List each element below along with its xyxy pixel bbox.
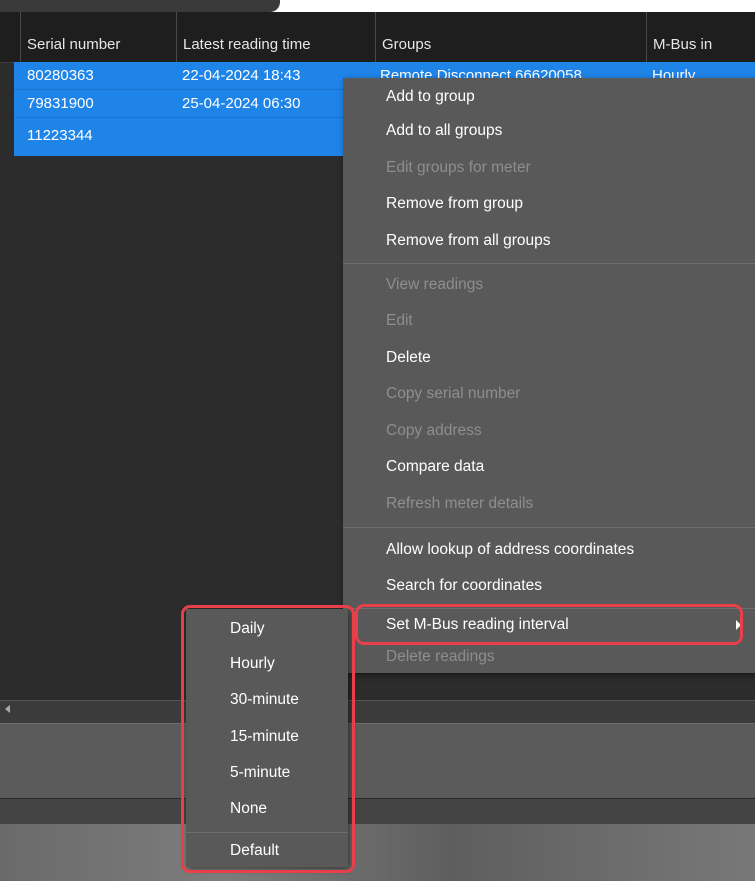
- column-header-groups[interactable]: Groups: [375, 12, 646, 62]
- column-header-mbus-interval[interactable]: M-Bus in: [646, 12, 755, 62]
- menu-item-remove-from-group[interactable]: Remove from group: [343, 186, 755, 222]
- submenu-item-hourly[interactable]: Hourly: [186, 646, 348, 682]
- desktop-background: [0, 824, 755, 881]
- status-bar: [0, 723, 755, 799]
- menu-separator: [186, 832, 348, 833]
- cell-latest-reading-time: 22-04-2024 18:43: [182, 67, 301, 84]
- taskbar-strip: [0, 798, 755, 825]
- submenu-item-5-minute[interactable]: 5-minute: [186, 755, 348, 791]
- window-tab: [0, 0, 280, 12]
- chevron-left-icon[interactable]: [5, 705, 10, 713]
- menu-item-edit-groups-for-meter[interactable]: Edit groups for meter: [343, 149, 755, 186]
- menu-item-delete-readings[interactable]: Delete readings: [343, 641, 755, 673]
- menu-item-copy-address[interactable]: Copy address: [343, 412, 755, 449]
- menu-item-set-mbus-reading-interval[interactable]: Set M-Bus reading interval: [343, 609, 755, 641]
- cell-serial-number: 11223344: [27, 127, 93, 144]
- submenu-item-15-minute[interactable]: 15-minute: [186, 718, 348, 755]
- cell-serial-number: 79831900: [27, 95, 94, 112]
- menu-item-compare-data[interactable]: Compare data: [343, 449, 755, 485]
- submenu-item-default[interactable]: Default: [186, 834, 348, 867]
- menu-item-delete[interactable]: Delete: [343, 339, 755, 376]
- submenu-item-none[interactable]: None: [186, 791, 348, 827]
- submenu-item-daily[interactable]: Daily: [186, 612, 348, 646]
- menu-item-edit[interactable]: Edit: [343, 303, 755, 339]
- menu-item-copy-serial-number[interactable]: Copy serial number: [343, 376, 755, 412]
- context-menu: Add to group Add to all groups Edit grou…: [343, 78, 755, 673]
- column-header-latest-reading-time[interactable]: Latest reading time: [176, 12, 375, 62]
- menu-separator: [343, 527, 755, 528]
- menu-item-add-to-all-groups[interactable]: Add to all groups: [343, 113, 755, 149]
- horizontal-scrollbar[interactable]: [0, 700, 755, 723]
- menu-item-refresh-meter-details[interactable]: Refresh meter details: [343, 485, 755, 522]
- menu-item-allow-lookup-of-address-coordinates[interactable]: Allow lookup of address coordinates: [343, 531, 755, 568]
- submenu-item-30-minute[interactable]: 30-minute: [186, 682, 348, 718]
- cell-serial-number: 80280363: [27, 67, 94, 84]
- submenu-reading-interval: Daily Hourly 30-minute 15-minute 5-minut…: [186, 609, 348, 867]
- menu-separator: [343, 263, 755, 264]
- menu-item-remove-from-all-groups[interactable]: Remove from all groups: [343, 222, 755, 259]
- chevron-right-icon: [736, 620, 741, 630]
- menu-item-search-for-coordinates[interactable]: Search for coordinates: [343, 568, 755, 604]
- menu-item-add-to-group[interactable]: Add to group: [343, 80, 755, 113]
- cell-latest-reading-time: 25-04-2024 06:30: [182, 95, 301, 112]
- menu-item-view-readings[interactable]: View readings: [343, 266, 755, 303]
- column-header-serial-number[interactable]: Serial number: [20, 12, 176, 62]
- menu-item-label: Set M-Bus reading interval: [386, 616, 569, 633]
